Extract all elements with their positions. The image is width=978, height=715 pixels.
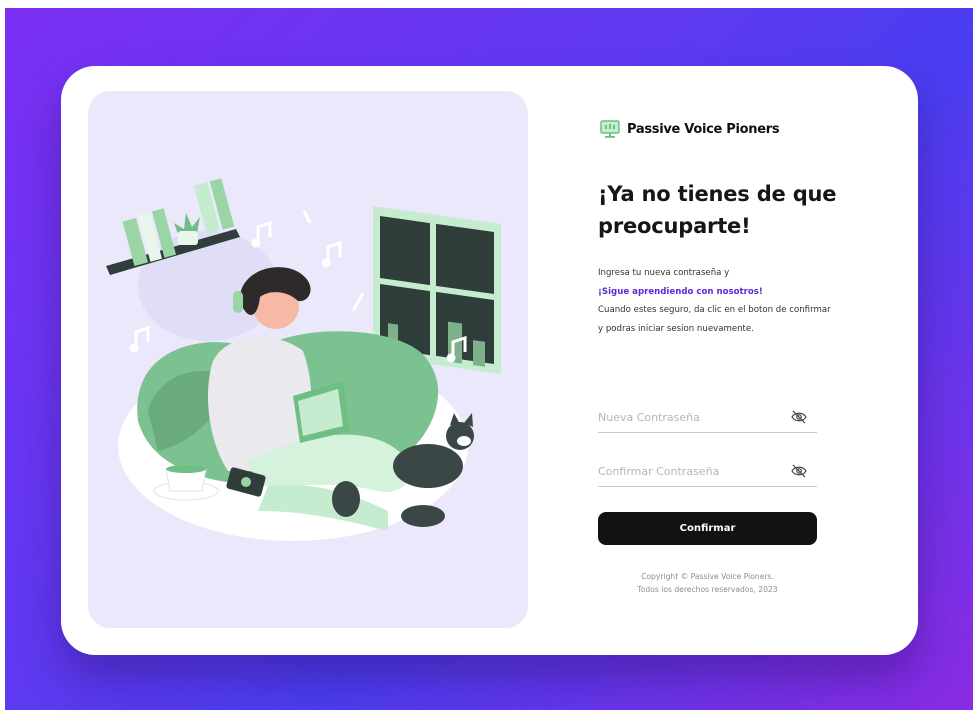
reset-password-card: Passive Voice Pioners ¡Ya no tienes de q… xyxy=(61,66,918,655)
instructions-text: Ingresa tu nueva contraseña y ¡Sigue apr… xyxy=(598,264,833,338)
illustration-panel xyxy=(88,91,528,628)
new-password-input[interactable] xyxy=(598,406,778,428)
copyright-line-2: Todos los derechos reservados, 2023 xyxy=(637,585,778,594)
copyright-line-1: Copyright © Passive Voice Pioners. xyxy=(641,572,774,581)
brand: Passive Voice Pioners xyxy=(600,119,780,139)
new-password-field xyxy=(598,402,817,433)
eye-off-icon[interactable] xyxy=(791,463,807,479)
confirm-button[interactable]: Confirmar xyxy=(598,512,817,545)
confirm-password-field xyxy=(598,456,817,487)
instructions-line-1: Ingresa tu nueva contraseña y xyxy=(598,268,730,278)
brand-name: Passive Voice Pioners xyxy=(627,121,780,137)
eye-off-icon[interactable] xyxy=(791,409,807,425)
page-heading: ¡Ya no tienes de que preocuparte! xyxy=(598,182,837,238)
instructions-highlight: ¡Sigue aprendiendo con nosotros! xyxy=(598,286,763,297)
confirm-password-input[interactable] xyxy=(598,460,778,482)
instructions-line-2: Cuando estes seguro, da clic en el boton… xyxy=(598,305,831,334)
monitor-icon xyxy=(600,120,620,138)
woman-reading-illustration xyxy=(106,178,501,541)
form-panel: Passive Voice Pioners ¡Ya no tienes de q… xyxy=(598,66,838,655)
copyright-footer: Copyright © Passive Voice Pioners. Todos… xyxy=(598,570,817,596)
